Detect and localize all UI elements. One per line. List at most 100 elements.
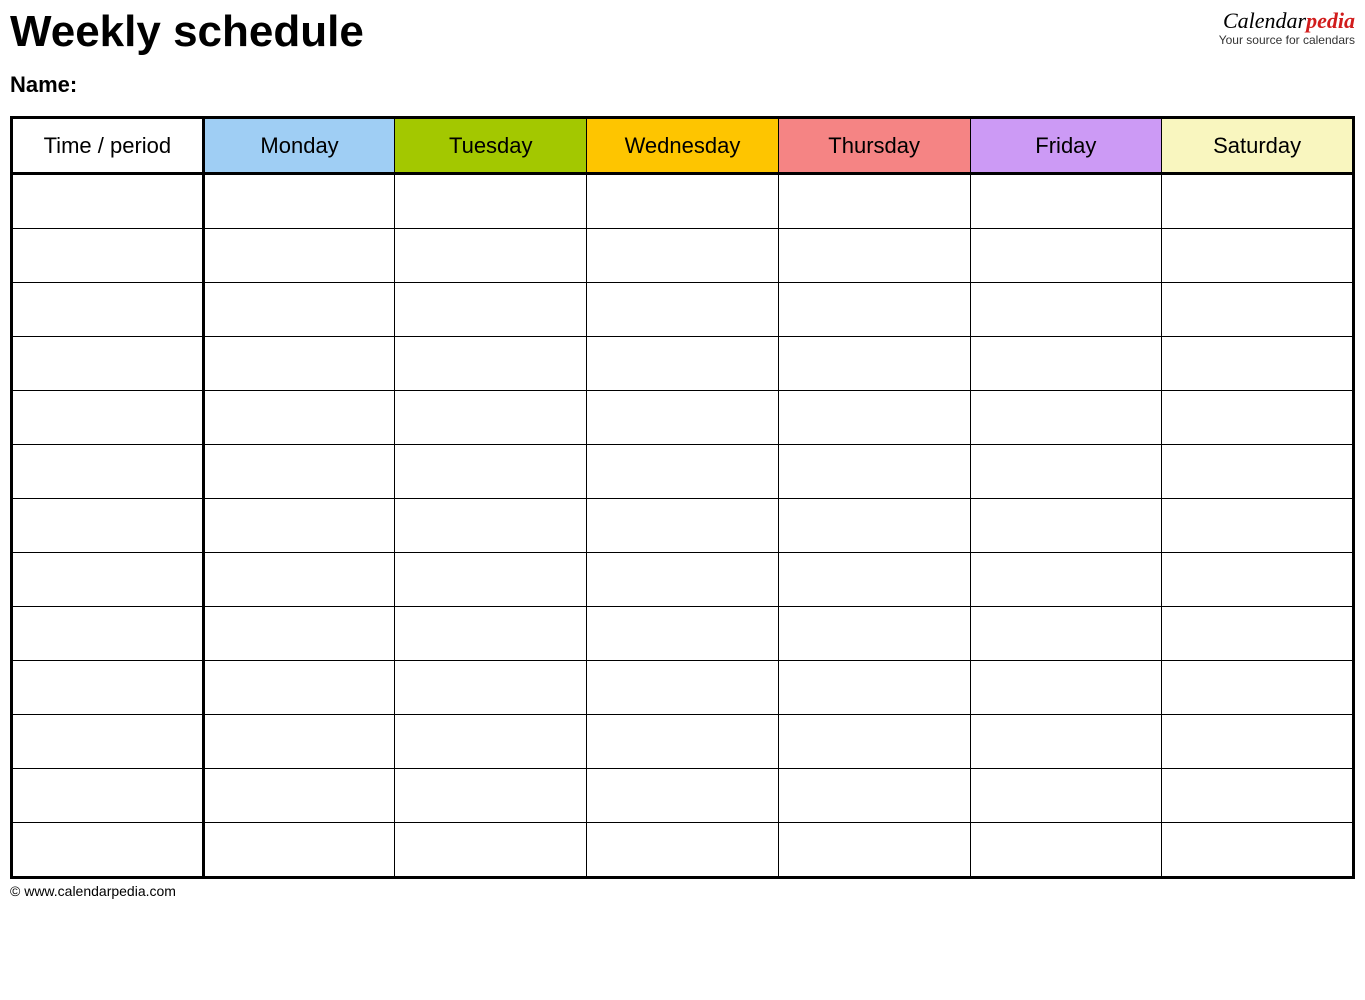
header-time-period: Time / period [12, 118, 204, 174]
brand-part1: Calendar [1223, 8, 1306, 33]
cell [778, 391, 970, 445]
cell [587, 823, 779, 878]
cell [587, 715, 779, 769]
cell [203, 661, 395, 715]
table-row [12, 337, 1354, 391]
cell-time [12, 661, 204, 715]
cell [970, 391, 1162, 445]
cell [1162, 607, 1354, 661]
table-row [12, 391, 1354, 445]
cell [1162, 337, 1354, 391]
schedule-table: Time / periodMondayTuesdayWednesdayThurs… [10, 116, 1355, 879]
name-label: Name: [10, 72, 364, 98]
cell [203, 499, 395, 553]
cell [203, 174, 395, 229]
cell [778, 715, 970, 769]
cell-time [12, 445, 204, 499]
cell [1162, 553, 1354, 607]
cell-time [12, 715, 204, 769]
cell [203, 391, 395, 445]
cell [778, 445, 970, 499]
cell [778, 553, 970, 607]
cell [395, 445, 587, 499]
cell [1162, 445, 1354, 499]
footer-copyright: © www.calendarpedia.com [10, 883, 1355, 899]
cell [778, 174, 970, 229]
cell-time [12, 283, 204, 337]
cell [1162, 229, 1354, 283]
cell [395, 823, 587, 878]
cell-time [12, 174, 204, 229]
table-row [12, 823, 1354, 878]
cell [970, 823, 1162, 878]
cell [587, 174, 779, 229]
cell [203, 229, 395, 283]
cell [1162, 661, 1354, 715]
cell-time [12, 553, 204, 607]
cell [970, 769, 1162, 823]
cell [778, 337, 970, 391]
cell [1162, 174, 1354, 229]
cell [203, 337, 395, 391]
table-row [12, 553, 1354, 607]
header-day-tuesday: Tuesday [395, 118, 587, 174]
cell-time [12, 391, 204, 445]
cell [587, 391, 779, 445]
table-row [12, 607, 1354, 661]
cell [395, 283, 587, 337]
table-row [12, 661, 1354, 715]
cell [778, 229, 970, 283]
cell [778, 823, 970, 878]
brand-logo: Calendarpedia Your source for calendars [1219, 10, 1355, 46]
cell [587, 553, 779, 607]
header-day-saturday: Saturday [1162, 118, 1354, 174]
page-title: Weekly schedule [10, 10, 364, 54]
cell [395, 229, 587, 283]
brand-tagline: Your source for calendars [1219, 34, 1355, 46]
cell [587, 229, 779, 283]
table-row [12, 229, 1354, 283]
cell [1162, 715, 1354, 769]
header-day-wednesday: Wednesday [587, 118, 779, 174]
cell-time [12, 607, 204, 661]
cell [395, 607, 587, 661]
cell [778, 607, 970, 661]
cell-time [12, 499, 204, 553]
cell [970, 553, 1162, 607]
cell [1162, 283, 1354, 337]
cell [587, 661, 779, 715]
table-row [12, 715, 1354, 769]
cell [587, 607, 779, 661]
cell [587, 283, 779, 337]
cell [970, 445, 1162, 499]
cell [587, 499, 779, 553]
cell [395, 391, 587, 445]
cell [395, 715, 587, 769]
table-row [12, 283, 1354, 337]
cell [395, 553, 587, 607]
cell [395, 499, 587, 553]
cell [970, 229, 1162, 283]
cell [587, 445, 779, 499]
cell [1162, 769, 1354, 823]
brand-part2: pedia [1306, 8, 1355, 33]
cell [203, 715, 395, 769]
cell [970, 337, 1162, 391]
cell [970, 661, 1162, 715]
cell [970, 283, 1162, 337]
cell [587, 769, 779, 823]
cell [587, 337, 779, 391]
cell [395, 661, 587, 715]
cell [778, 769, 970, 823]
cell [778, 499, 970, 553]
cell [395, 769, 587, 823]
table-row [12, 174, 1354, 229]
header-day-thursday: Thursday [778, 118, 970, 174]
cell [970, 607, 1162, 661]
cell [778, 661, 970, 715]
cell [778, 283, 970, 337]
cell [1162, 823, 1354, 878]
cell-time [12, 769, 204, 823]
table-row [12, 769, 1354, 823]
cell [1162, 391, 1354, 445]
